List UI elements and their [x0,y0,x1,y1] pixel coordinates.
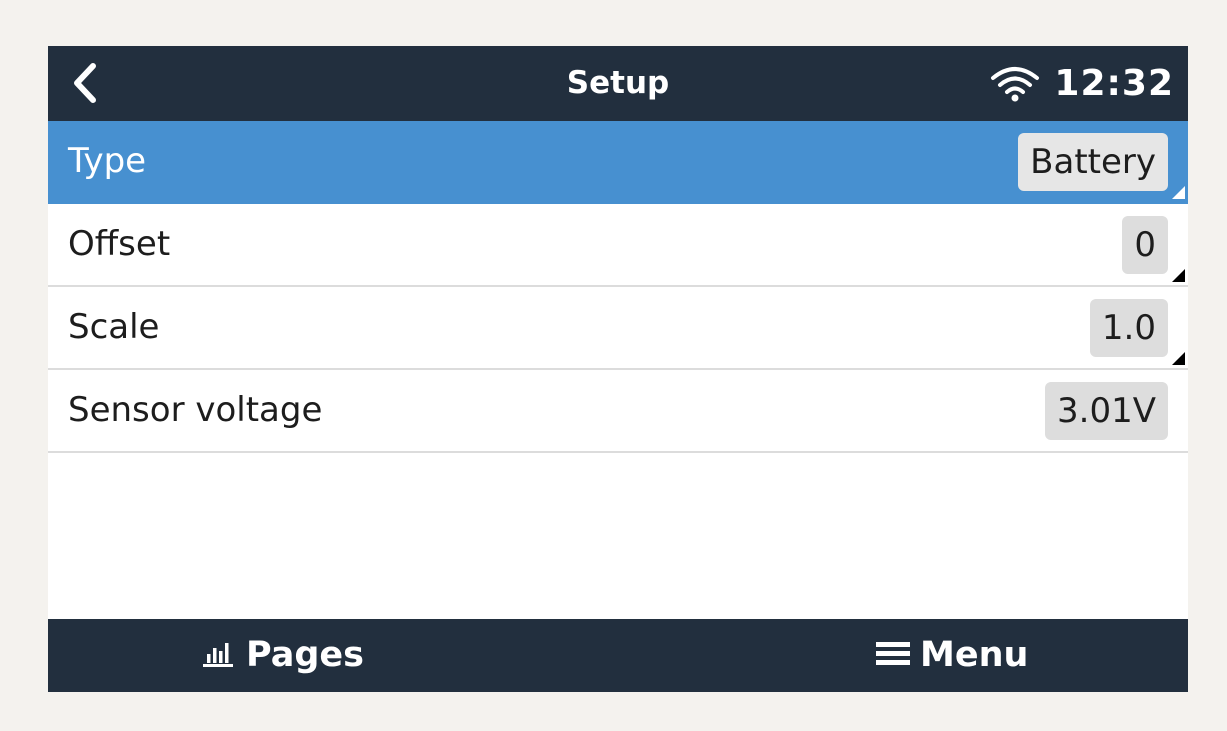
chevron-left-icon [74,63,96,103]
settings-list: Type Battery Offset 0 Scale 1.0 Sensor v… [48,121,1188,453]
row-type[interactable]: Type Battery [48,121,1188,204]
wifi-icon [991,67,1039,102]
row-offset[interactable]: Offset 0 [48,204,1188,287]
row-value: 0 [1122,216,1168,274]
row-sensor-voltage: Sensor voltage 3.01V [48,370,1188,453]
hamburger-menu-icon [876,642,910,665]
edit-indicator-icon [1172,186,1185,199]
bar-chart-icon [203,643,233,667]
back-button[interactable] [62,58,112,108]
footer-bar: Pages Menu [48,619,1188,692]
menu-label: Menu [920,635,1029,675]
clock: 12:32 [1054,63,1174,104]
menu-button[interactable]: Menu [874,619,1028,692]
edit-indicator-icon [1172,352,1185,365]
pages-label: Pages [246,635,364,675]
row-label: Type [68,141,147,181]
header-bar: Setup 12:32 [48,46,1188,121]
row-label: Scale [68,307,160,347]
row-value: 1.0 [1089,299,1168,357]
device-screen: Setup 12:32 Type Battery Offset 0 Scale … [48,46,1188,692]
row-value: Battery [1018,133,1168,191]
row-scale[interactable]: Scale 1.0 [48,287,1188,370]
row-value: 3.01V [1045,382,1168,440]
edit-indicator-icon [1172,269,1185,282]
row-label: Offset [68,224,171,264]
pages-button[interactable]: Pages [200,619,364,692]
row-label: Sensor voltage [68,390,323,430]
